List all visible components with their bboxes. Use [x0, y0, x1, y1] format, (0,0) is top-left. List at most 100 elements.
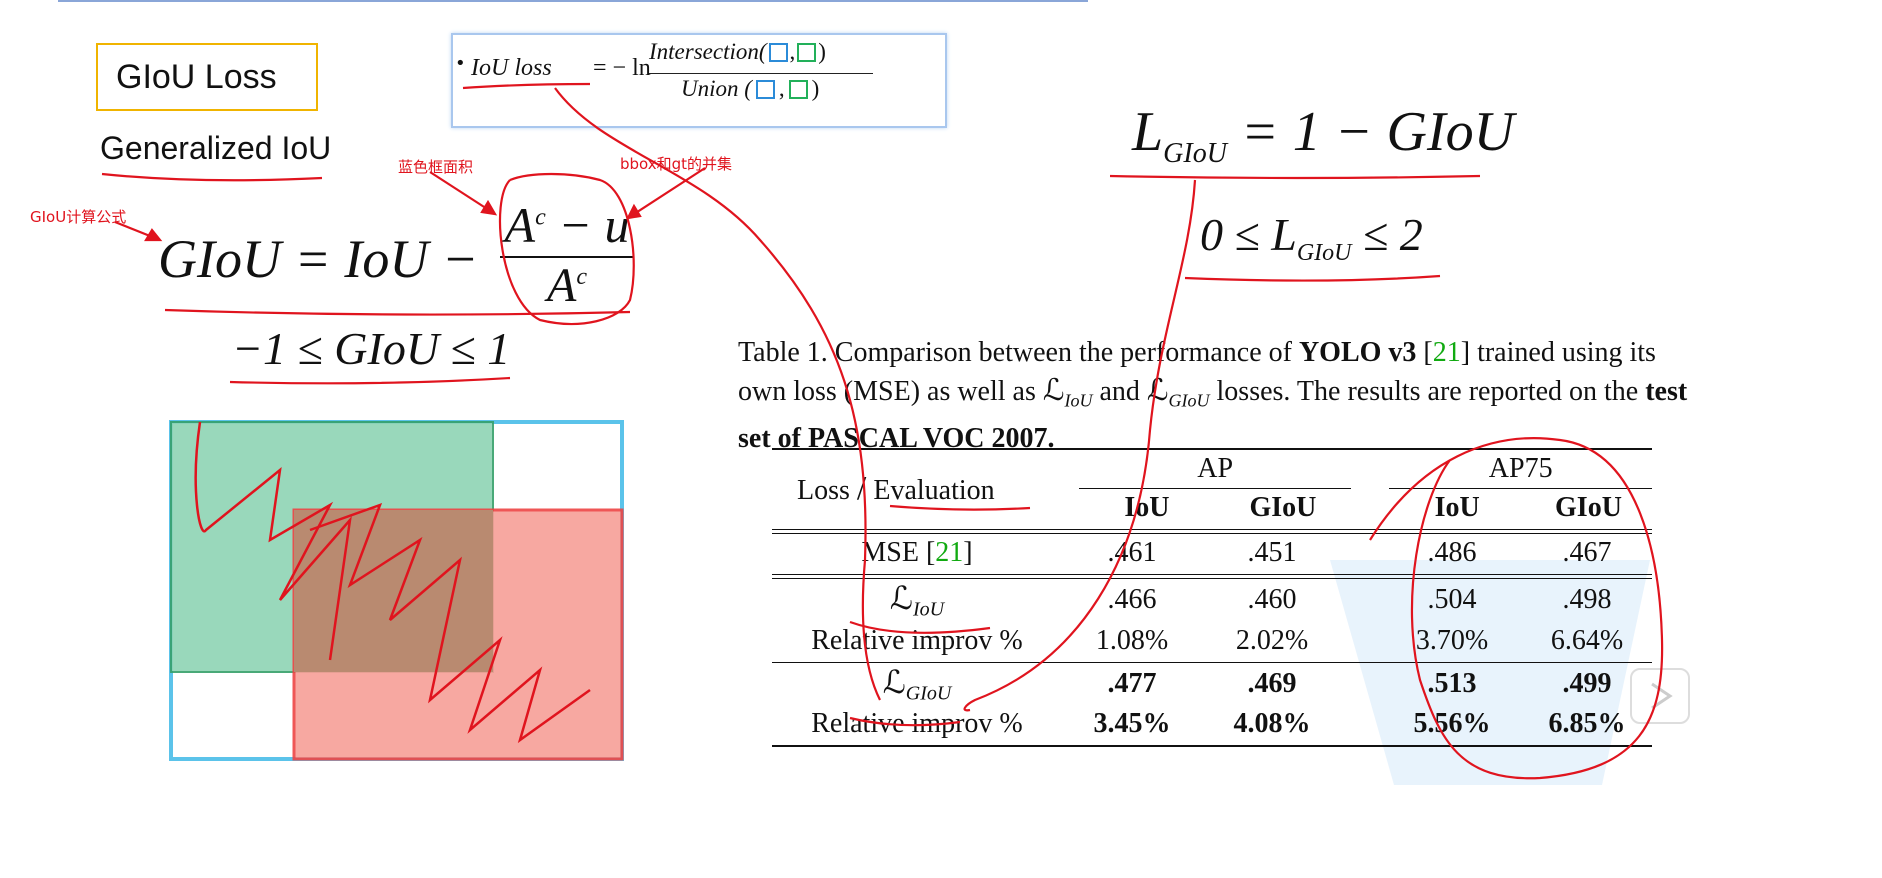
slide-title: GIoU Loss	[96, 43, 318, 111]
iou-loss-fraction: Intersection(,) Union (,)	[649, 39, 877, 102]
col-header: GIoU	[1555, 492, 1622, 523]
loss-rhs: = 1 − GIoU	[1226, 101, 1515, 163]
paren-close: )	[811, 76, 820, 101]
table-row: ℒGIoU .477 .469 .513 .499	[772, 663, 1652, 706]
play-button[interactable]	[1630, 668, 1690, 724]
loss-symbol: ℒ	[1042, 374, 1065, 407]
corner-header: Loss / Evaluation	[772, 450, 1079, 527]
area-c: A	[547, 259, 577, 312]
table-cell: .498	[1562, 584, 1612, 616]
loss-symbol: L	[1132, 101, 1164, 163]
table-cell: .461	[1107, 537, 1157, 568]
row-label: Relative improv %	[811, 624, 1023, 656]
iou-loss-eq: = − ln	[593, 55, 651, 81]
area-c: A	[504, 197, 536, 253]
green-square-icon	[788, 80, 808, 99]
loss-subscript: IoU	[912, 598, 945, 621]
overlap-region	[294, 510, 493, 672]
giou-range: −1 ≤ GIoU ≤ 1	[232, 323, 511, 374]
loss-range-right: ≤ 2	[1351, 209, 1423, 260]
table-cell: .460	[1247, 584, 1297, 616]
table-cell: 5.56%	[1413, 708, 1491, 740]
table-cell: 3.70%	[1415, 624, 1489, 656]
fraction-denominator: Union (,)	[649, 74, 877, 102]
loss-formula: LGIoU = 1 − GIoU	[1132, 100, 1514, 170]
giou-boxes-diagram	[169, 420, 624, 761]
giou-fraction: Ac − u Ac	[500, 196, 634, 313]
play-icon	[1651, 682, 1673, 710]
loss-symbol: ℒ	[1146, 374, 1169, 407]
results-table: Loss / Evaluation AP AP75 IoU GIoU IoU G…	[772, 448, 1652, 748]
ink-underline-subtitle	[101, 172, 323, 182]
loss-subscript: GIoU	[1168, 390, 1210, 411]
group-header-ap: AP	[1079, 450, 1352, 489]
table-cell: .451	[1247, 537, 1297, 568]
loss-subscript: IoU	[1064, 390, 1093, 411]
table-cell: 1.08%	[1095, 624, 1169, 656]
loss-symbol: ℒ	[882, 663, 906, 700]
table-row: Relative improv % 1.08% 2.02% 3.70% 6.64…	[772, 622, 1652, 660]
table-cell: 3.45%	[1093, 708, 1171, 740]
liou-rows: ℒIoU .466 .460 .504 .498 Relative improv…	[772, 579, 1652, 660]
row-label-text: ]	[963, 537, 973, 568]
table-cell: 4.08%	[1233, 708, 1311, 740]
table-row: ℒIoU .466 .460 .504 .498	[772, 579, 1652, 622]
col-header: IoU	[1434, 492, 1480, 523]
loss-subscript: GIoU	[1163, 138, 1227, 170]
paren-close: )	[818, 39, 826, 64]
row-label: ℒGIoU	[772, 663, 1062, 706]
arrow-head	[480, 199, 498, 216]
annotation-blue-area: 蓝色框面积	[398, 158, 474, 176]
green-square-icon	[797, 43, 817, 62]
row-label: Relative improv %	[811, 708, 1023, 740]
annotation-giou-formula: GIoU计算公式	[30, 208, 127, 226]
sup-c: c	[576, 264, 587, 290]
fraction-numerator: Intersection(,)	[649, 39, 877, 73]
loss-range: 0 ≤ LGIoU ≤ 2	[1200, 208, 1423, 267]
loss-subscript: GIoU	[905, 682, 952, 705]
table-row: Relative improv % 3.45% 4.08% 5.56% 6.85…	[772, 705, 1652, 743]
table-cell: .486	[1427, 537, 1477, 568]
table-cell: .513	[1427, 667, 1477, 699]
corner-evaluation: Evaluation	[873, 474, 995, 506]
citation-link[interactable]: 21	[1433, 337, 1461, 368]
union-term: − u	[545, 197, 630, 253]
iou-loss-lhs: IoU loss	[471, 55, 552, 81]
lgiou-rows: ℒGIoU .477 .469 .513 .499 Relative impro…	[772, 663, 1652, 744]
table-cell: 2.02%	[1235, 624, 1309, 656]
table-caption: Table 1. Comparison between the performa…	[738, 334, 1698, 458]
top-divider	[58, 0, 1088, 2]
bullet: •	[455, 53, 466, 74]
annotation-union: bbox和gt的并集	[620, 155, 733, 173]
slide-subtitle: Generalized IoU	[100, 130, 332, 166]
col-header: GIoU	[1249, 492, 1317, 523]
caption-text: Table 1. Comparison between the performa…	[738, 337, 1299, 368]
row-label: ℒIoU	[772, 579, 1062, 622]
citation-link[interactable]: 21	[935, 537, 963, 568]
caption-bold: YOLO v3	[1298, 337, 1417, 368]
iou-loss-formula-box: • IoU loss = − ln Intersection(,) Union …	[451, 33, 947, 128]
sup-c: c	[535, 204, 546, 231]
row-label-text: MSE [	[861, 537, 936, 568]
numerator-text: Intersection(	[649, 39, 767, 64]
table-cell: .504	[1427, 584, 1477, 616]
table-cell: .477	[1107, 667, 1157, 699]
giou-formula-lhs: GIoU = IoU −	[158, 229, 479, 289]
blue-square-icon	[755, 80, 775, 99]
giou-numerator: Ac − u	[500, 196, 634, 256]
comma: ,	[789, 39, 796, 64]
table-cell: .469	[1247, 667, 1297, 699]
arrow-union	[627, 167, 706, 219]
corner-loss: Loss	[797, 474, 850, 506]
loss-symbol: ℒ	[889, 580, 913, 616]
caption-text: losses. The results are reported on the	[1209, 376, 1646, 407]
ink-underline-range	[229, 376, 511, 385]
corner-slash: /	[856, 469, 867, 507]
arrow-blue-area	[429, 171, 496, 215]
loss-range-left: 0 ≤ L	[1200, 209, 1297, 260]
mse-rows: MSE [21] .461 .451 .486 .467	[772, 534, 1652, 572]
caption-text: [	[1416, 337, 1433, 368]
table-cell: .467	[1562, 537, 1612, 568]
caption-text: and	[1092, 376, 1147, 407]
group-header-ap75: AP75	[1389, 450, 1652, 489]
